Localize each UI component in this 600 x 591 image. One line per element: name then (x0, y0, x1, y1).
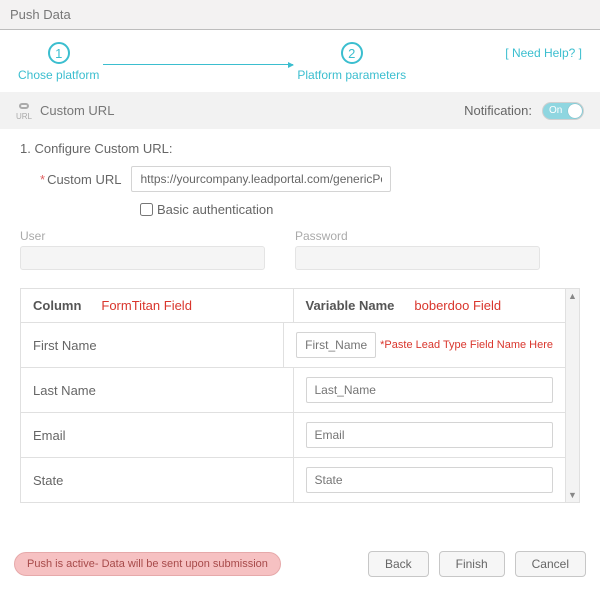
cancel-button[interactable]: Cancel (515, 551, 586, 577)
scroll-up-icon[interactable]: ▲ (568, 291, 577, 301)
notification-label: Notification: (464, 103, 532, 118)
password-input (295, 246, 540, 270)
status-pill: Push is active- Data will be sent upon s… (14, 552, 281, 576)
stepper: 1 Chose platform 2 Platform parameters [… (0, 30, 600, 86)
user-label: User (20, 229, 265, 243)
platform-band: URL Custom URL Notification: On (0, 92, 600, 129)
variable-input[interactable] (306, 377, 554, 403)
boberdoo-label: boberdoo Field (414, 298, 501, 313)
need-help-link[interactable]: [ Need Help? ] (505, 46, 582, 60)
formtitan-label: FormTitan Field (101, 298, 192, 313)
step-connector (103, 64, 293, 65)
basic-auth-checkbox[interactable] (140, 203, 153, 216)
back-button[interactable]: Back (368, 551, 429, 577)
mapping-grid: Column FormTitan Field Variable Name bob… (20, 288, 566, 503)
finish-button[interactable]: Finish (439, 551, 505, 577)
row-label: Email (21, 413, 293, 457)
variable-input[interactable] (296, 332, 376, 358)
notification-toggle[interactable]: On (542, 102, 584, 120)
step-1-number: 1 (48, 42, 70, 64)
grid-scrollbar[interactable]: ▲ ▼ (566, 288, 580, 503)
step-2-label: Platform parameters (297, 68, 406, 82)
row-label: Last Name (21, 368, 293, 412)
url-icon: URL (16, 100, 32, 121)
variable-input[interactable] (306, 467, 554, 493)
custom-url-label: *Custom URL (40, 172, 121, 187)
basic-auth-label: Basic authentication (157, 202, 273, 217)
step-2[interactable]: 2 Platform parameters (297, 42, 406, 82)
step-1[interactable]: 1 Chose platform (18, 42, 99, 82)
password-label: Password (295, 229, 540, 243)
column-header: Column FormTitan Field (21, 289, 293, 322)
scroll-down-icon[interactable]: ▼ (568, 490, 577, 500)
row-label: State (21, 458, 293, 502)
step-1-label: Chose platform (18, 68, 99, 82)
paste-hint: *Paste Lead Type Field Name Here (380, 339, 553, 351)
platform-title: Custom URL (40, 103, 114, 118)
custom-url-input[interactable] (131, 166, 391, 192)
dialog-title: Push Data (0, 0, 600, 30)
user-input (20, 246, 265, 270)
step-2-number: 2 (341, 42, 363, 64)
variable-input[interactable] (306, 422, 554, 448)
variable-header: Variable Name boberdoo Field (293, 289, 566, 322)
section-title: 1. Configure Custom URL: (20, 141, 580, 156)
row-label: First Name (21, 323, 283, 367)
